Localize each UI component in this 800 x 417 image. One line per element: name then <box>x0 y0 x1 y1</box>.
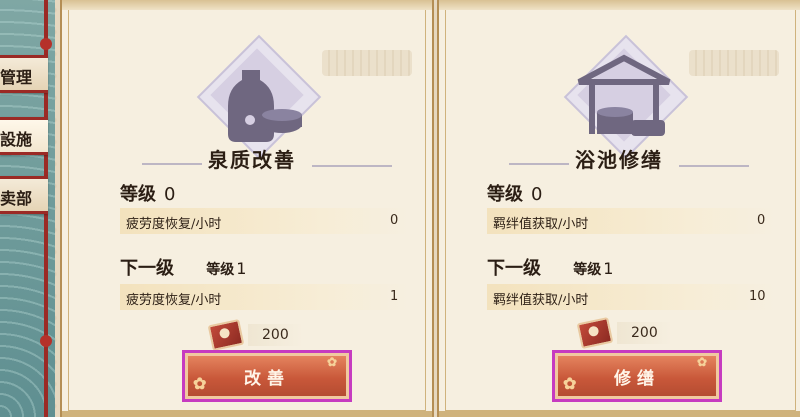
stat-label: 疲劳度恢复/小时 <box>126 217 222 232</box>
flower-icon: ✿ <box>563 374 583 393</box>
upgrade-card-spring-quality: 泉质改善 等级 0 疲劳度恢复/小时 0 下一级 等级 1 疲劳度恢复/小时 1 2… <box>60 0 434 417</box>
next-level-value: 1 <box>236 259 247 278</box>
cost-amount: 200 <box>248 324 317 346</box>
sidebar-item-label: 設施 <box>0 130 33 149</box>
knot-ornament <box>40 38 52 50</box>
stat-value: 10 <box>749 289 766 304</box>
next-level-heading: 下一级 <box>120 258 174 279</box>
sidebar-item-label: 卖部 <box>0 189 33 208</box>
next-level-label: 等级 <box>206 262 235 278</box>
card-title: 泉质改善 <box>208 147 296 172</box>
upgrade-card-bath-repair: 浴池修缮 等级 0 羁绊值获取/小时 0 下一级 等级 1 羁绊值获取/小时 10 … <box>437 0 800 417</box>
stat-label: 羁绊值获取/小时 <box>493 217 589 232</box>
repair-button[interactable]: ✿ 修缮 ✿ <box>552 350 722 402</box>
stat-label: 疲劳度恢复/小时 <box>126 293 222 308</box>
level-value: 0 <box>531 184 543 205</box>
improve-button-label: 改善 <box>244 368 290 389</box>
level-label: 等级 <box>120 184 156 205</box>
upgrade-cost: 200 <box>576 316 686 350</box>
next-level-header: 下一级 等级 1 <box>487 254 613 280</box>
sidebar-item-label: 管理 <box>0 68 33 87</box>
card-title-band: 浴池修缮 <box>509 143 749 173</box>
flower-icon: ✿ <box>193 374 213 393</box>
next-level-heading: 下一级 <box>487 258 541 279</box>
flower-icon: ✿ <box>696 355 713 369</box>
improve-button[interactable]: ✿ 改善 ✿ <box>182 350 352 402</box>
sidebar-item-shop[interactable]: 卖部 <box>0 176 48 214</box>
next-level-value: 1 <box>603 259 614 278</box>
cost-amount: 200 <box>617 322 686 344</box>
current-stat-row: 疲劳度恢复/小时 0 <box>120 208 410 234</box>
repair-button-label: 修缮 <box>614 368 660 389</box>
current-level: 等级 0 <box>120 180 175 206</box>
stat-label: 羁绊值获取/小时 <box>493 293 589 308</box>
next-level-header: 下一级 等级 1 <box>120 254 246 280</box>
current-stat-row: 羁绊值获取/小时 0 <box>487 208 777 234</box>
sidebar-item-management[interactable]: 管理 <box>0 55 48 93</box>
knot-ornament <box>40 335 52 347</box>
sidebar-item-facilities[interactable]: 設施 <box>0 117 48 155</box>
card-title: 浴池修缮 <box>575 147 663 172</box>
decorative-pattern <box>689 50 779 76</box>
next-level-label: 等级 <box>573 262 602 278</box>
ticket-icon <box>207 318 245 352</box>
level-label: 等级 <box>487 184 523 205</box>
stat-value: 1 <box>390 289 399 304</box>
next-stat-row: 疲劳度恢复/小时 1 <box>120 284 410 310</box>
card-title-band: 泉质改善 <box>142 143 392 173</box>
next-level-info: 等级 1 <box>573 259 614 278</box>
upgrade-cost: 200 <box>207 318 317 352</box>
flower-icon: ✿ <box>326 355 343 369</box>
next-level-info: 等级 1 <box>206 259 247 278</box>
stat-value: 0 <box>757 213 766 228</box>
decorative-pattern <box>322 50 412 76</box>
current-level: 等级 0 <box>487 180 542 206</box>
ticket-icon <box>576 316 614 350</box>
level-value: 0 <box>164 184 176 205</box>
next-stat-row: 羁绊值获取/小时 10 <box>487 284 777 310</box>
stat-value: 0 <box>390 213 399 228</box>
